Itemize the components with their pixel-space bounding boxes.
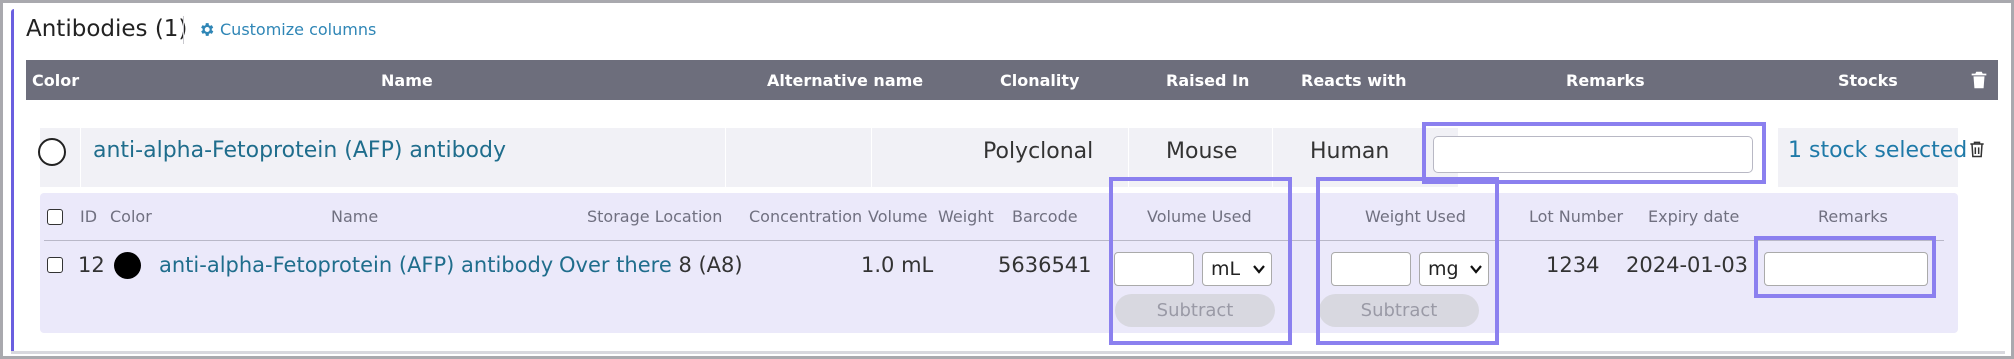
- antibody-name-link[interactable]: anti-alpha-Fetoprotein (AFP) antibody: [93, 138, 506, 163]
- highlight-weight-used: [1316, 177, 1499, 345]
- trash-icon[interactable]: [1968, 68, 1990, 92]
- column-header-remarks[interactable]: Remarks: [1566, 71, 1645, 90]
- stock-column-name[interactable]: Name: [331, 207, 378, 226]
- gear-icon: [201, 23, 214, 36]
- stock-column-concentration[interactable]: Concentration: [749, 207, 862, 226]
- cell-divider: [871, 128, 872, 187]
- subtable-header-divider: [44, 240, 1944, 241]
- stock-column-lot-number[interactable]: Lot Number: [1529, 207, 1623, 226]
- stock-name-link[interactable]: anti-alpha-Fetoprotein (AFP) antibody: [159, 253, 553, 277]
- trash-icon[interactable]: [1967, 138, 1987, 160]
- highlight-volume-used: [1109, 177, 1292, 345]
- storage-location-position: 8 (A8): [678, 253, 743, 277]
- stock-row-checkbox[interactable]: [47, 257, 63, 273]
- column-header-clonality[interactable]: Clonality: [1000, 71, 1079, 90]
- stock-color-dot: [114, 252, 141, 279]
- reacts-with-value: Human: [1310, 139, 1390, 164]
- customize-columns-label: Customize columns: [220, 20, 377, 39]
- raised-in-value: Mouse: [1166, 139, 1238, 164]
- column-header-color[interactable]: Color: [32, 71, 79, 90]
- stocks-cell[interactable]: 1 stock selected: [1778, 128, 1967, 187]
- column-header-alternative-name[interactable]: Alternative name: [767, 71, 923, 90]
- stock-lot-number: 1234: [1546, 253, 1600, 277]
- cell-divider: [80, 128, 81, 187]
- column-header-name[interactable]: Name: [381, 71, 433, 90]
- select-all-checkbox[interactable]: [47, 209, 63, 225]
- stock-column-id[interactable]: ID: [80, 207, 97, 226]
- stock-column-storage-location[interactable]: Storage Location: [587, 207, 722, 226]
- customize-columns-link[interactable]: Customize columns: [198, 20, 376, 39]
- stock-id: 12: [78, 253, 105, 277]
- stock-column-expiry-date[interactable]: Expiry date: [1648, 207, 1739, 226]
- stock-barcode: 5636541: [998, 253, 1092, 277]
- section-title: Antibodies (1): [26, 16, 188, 42]
- stock-column-weight[interactable]: Weight: [938, 207, 994, 226]
- stock-column-color[interactable]: Color: [110, 207, 152, 226]
- highlight-stock-remarks: [1754, 236, 1936, 298]
- color-radio-circle[interactable]: [38, 138, 66, 166]
- column-header-raised-in[interactable]: Raised In: [1166, 71, 1249, 90]
- panel-bottom-border: [11, 351, 2005, 354]
- clonality-value: Polyclonal: [983, 139, 1094, 164]
- stock-volume: 1.0 mL: [861, 253, 934, 277]
- cell-divider: [725, 128, 726, 187]
- stock-column-barcode[interactable]: Barcode: [1012, 207, 1078, 226]
- storage-location-link[interactable]: Over there: [559, 253, 672, 277]
- panel-accent-border: [11, 9, 14, 354]
- stocks-selected-link[interactable]: 1 stock selected: [1788, 138, 1967, 163]
- stock-column-volume[interactable]: Volume: [868, 207, 928, 226]
- stock-expiry-date: 2024-01-03: [1626, 253, 1749, 277]
- highlight-antibody-remarks: [1422, 122, 1766, 184]
- table-header: Color Name Alternative name Clonality Ra…: [26, 60, 1998, 100]
- column-header-stocks[interactable]: Stocks: [1838, 71, 1898, 90]
- stock-column-remarks[interactable]: Remarks: [1818, 207, 1888, 226]
- title-separator: [183, 16, 184, 44]
- column-header-reacts-with[interactable]: Reacts with: [1301, 71, 1407, 90]
- stock-storage-location: Over there 8 (A8): [559, 253, 743, 277]
